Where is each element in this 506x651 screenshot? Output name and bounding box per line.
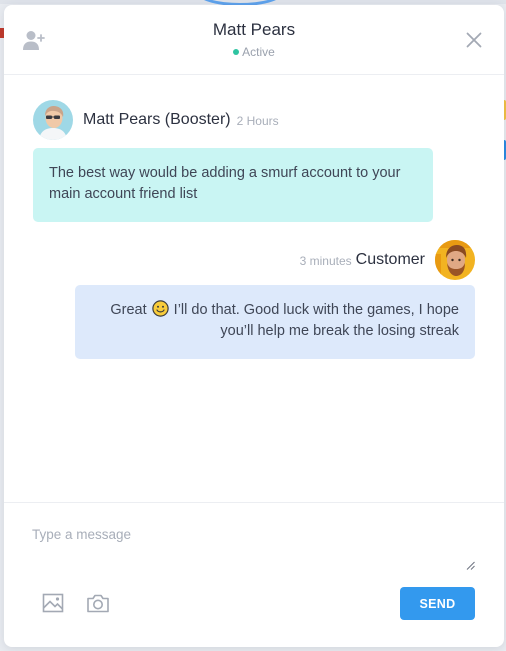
chat-header: Matt Pears Active	[4, 5, 504, 75]
message-bubble-incoming: The best way would be adding a smurf acc…	[33, 148, 433, 222]
composer-divider	[4, 502, 504, 503]
smiley-icon	[151, 300, 169, 317]
chat-panel: Matt Pears Active Matt Pears (Booster) 2…	[4, 5, 504, 647]
message-bubble-outgoing: Great I’ll do that. Good luck with the g…	[75, 285, 475, 359]
avatar[interactable]	[435, 240, 475, 280]
message-header-outgoing: 3 minutes Customer	[300, 240, 475, 280]
camera-icon[interactable]	[86, 592, 110, 614]
sender-name: Matt Pears (Booster)	[83, 111, 231, 128]
message-text: Great	[110, 302, 147, 318]
message-text: I’ll do that. Good luck with the games, …	[173, 302, 459, 339]
avatar[interactable]	[33, 100, 73, 140]
status-dot	[233, 48, 240, 55]
send-button[interactable]: SEND	[400, 587, 475, 620]
message-time: 3 minutes	[299, 254, 352, 268]
status-text: Active	[242, 45, 275, 59]
resize-grip-icon[interactable]	[466, 557, 475, 570]
image-icon[interactable]	[42, 593, 64, 613]
contact-status: Active	[4, 45, 504, 59]
message-header-incoming: Matt Pears (Booster) 2 Hours	[33, 100, 279, 140]
contact-name: Matt Pears	[212, 20, 296, 39]
close-icon[interactable]	[464, 30, 484, 50]
sender-name: Customer	[355, 251, 425, 268]
message-input[interactable]	[32, 527, 476, 569]
message-time: 2 Hours	[236, 114, 279, 128]
